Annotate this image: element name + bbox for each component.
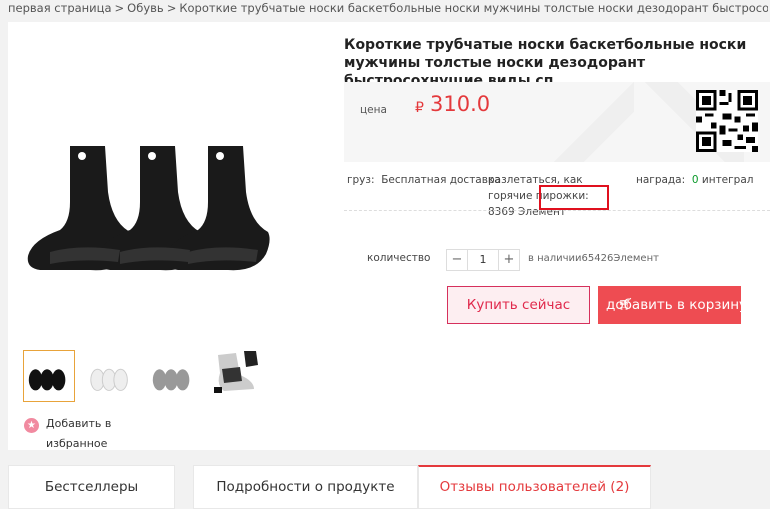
qr-code-icon: [696, 90, 758, 152]
product-tabs: Бестселлеры Подробности о продукте Отзыв…: [8, 465, 770, 509]
shipping-value: Бесплатная доставка: [381, 174, 501, 186]
divider: [344, 210, 770, 211]
tab-bestsellers[interactable]: Бестселлеры: [8, 465, 175, 509]
price-value: 310.0: [430, 92, 491, 116]
price-box: цена ₽ 310.0: [344, 82, 770, 162]
price-currency: ₽: [415, 100, 424, 116]
cart-icon: 🛒︎: [618, 297, 634, 311]
favorite-label: Добавить в избранное: [46, 417, 112, 450]
quantity-label: количество: [367, 252, 431, 264]
breadcrumb-current: Короткие трубчатые носки баскетбольные н…: [179, 1, 768, 15]
reward-unit: интеграл: [701, 174, 754, 186]
product-card: ★ Добавить в избранное Короткие трубчаты…: [8, 22, 770, 450]
breadcrumb-separator: >: [166, 1, 177, 15]
tab-user-reviews[interactable]: Отзывы пользователей (2): [418, 465, 651, 509]
quantity-minus-button[interactable]: −: [447, 250, 467, 270]
shipping-label: груз:: [347, 174, 375, 186]
quantity-input[interactable]: 1: [467, 250, 499, 270]
star-icon: ★: [24, 418, 39, 433]
add-to-cart-button[interactable]: добавить в корзину 🛒︎: [598, 286, 741, 324]
reward-info: награда: 0 интеграл: [636, 172, 753, 188]
shipping-info: груз: Бесплатная доставка: [347, 172, 501, 188]
reward-label: награда:: [636, 174, 686, 186]
price-label: цена: [360, 104, 387, 116]
thumbnail-black[interactable]: [23, 350, 75, 402]
buy-now-button[interactable]: Купить сейчас: [447, 286, 590, 324]
tab-product-details[interactable]: Подробности о продукте: [193, 465, 418, 509]
thumbnail-detail[interactable]: [209, 344, 261, 396]
product-main-image: [20, 132, 270, 292]
quantity-plus-button[interactable]: +: [499, 250, 519, 270]
breadcrumb-category[interactable]: Обувь: [127, 1, 164, 15]
socks-image: [27, 146, 270, 271]
reward-value: 0: [691, 174, 699, 186]
stock-text: в наличии65426Элемент: [528, 253, 659, 264]
quantity-stepper: − 1 +: [446, 249, 520, 271]
breadcrumb-separator: >: [114, 1, 125, 15]
thumbnail-white[interactable]: [85, 350, 137, 402]
breadcrumb-home[interactable]: первая страница: [8, 1, 112, 15]
breadcrumb: первая страница > Обувь > Короткие трубчатые…: [8, 0, 768, 18]
thumbnail-grey[interactable]: [147, 350, 199, 402]
highlight-annotation: [539, 185, 609, 210]
